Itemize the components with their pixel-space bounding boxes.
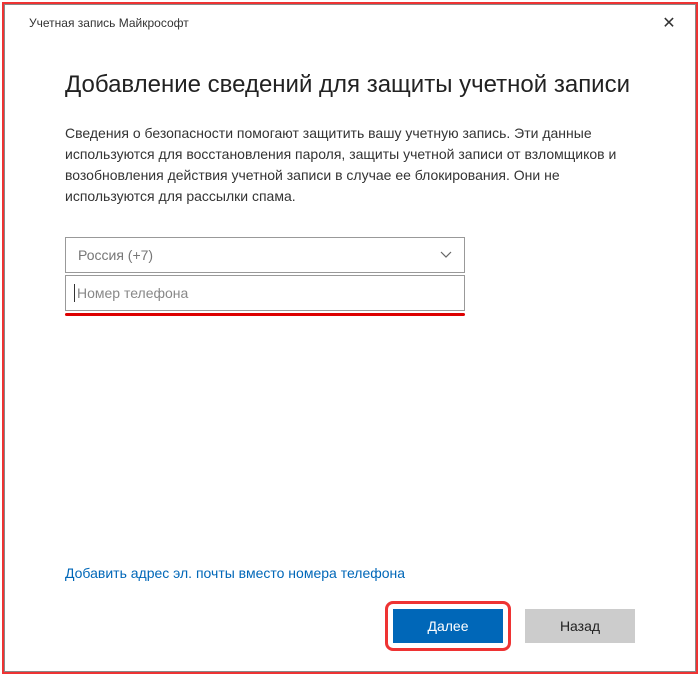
phone-field (65, 275, 635, 316)
annotation-highlight: Далее (385, 601, 511, 651)
page-description: Сведения о безопасности помогают защитит… (65, 123, 635, 207)
country-field: Россия (+7) (65, 237, 635, 273)
add-email-link[interactable]: Добавить адрес эл. почты вместо номера т… (65, 565, 635, 581)
dialog-window: Учетная запись Майкрософт ✕ Добавление с… (4, 4, 696, 672)
phone-input-box[interactable] (65, 275, 465, 311)
annotation-underline (65, 313, 465, 316)
window-title: Учетная запись Майкрософт (29, 16, 189, 30)
content-area: Добавление сведений для защиты учетной з… (5, 41, 695, 671)
page-heading: Добавление сведений для защиты учетной з… (65, 71, 635, 99)
chevron-down-icon (440, 248, 452, 262)
text-caret (74, 284, 75, 302)
country-select[interactable]: Россия (+7) (65, 237, 465, 273)
annotation-frame: Учетная запись Майкрософт ✕ Добавление с… (2, 2, 698, 674)
next-button[interactable]: Далее (393, 609, 503, 643)
button-row: Далее Назад (65, 601, 635, 651)
back-button[interactable]: Назад (525, 609, 635, 643)
close-icon[interactable]: ✕ (657, 13, 681, 33)
phone-input[interactable] (77, 285, 456, 301)
titlebar: Учетная запись Майкрософт ✕ (5, 5, 695, 41)
country-select-value: Россия (+7) (78, 247, 153, 263)
